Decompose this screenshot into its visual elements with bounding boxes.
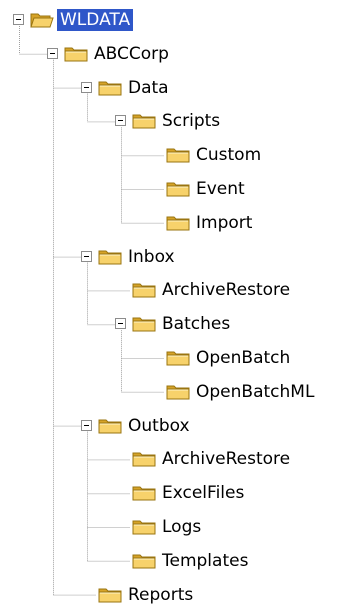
tree-node-label[interactable]: Import <box>193 212 255 234</box>
folder-icon <box>132 450 156 468</box>
collapse-toggle-icon[interactable] <box>81 250 92 262</box>
folder-icon <box>98 417 122 435</box>
folder-icon <box>166 383 190 401</box>
tree-node-openbatchml[interactable]: OpenBatchML <box>0 378 363 406</box>
tree-node-label[interactable]: ArchiveRestore <box>159 279 293 301</box>
tree-node-label[interactable]: Inbox <box>125 246 178 268</box>
tree-node-outbox[interactable]: Outbox <box>0 412 363 440</box>
tree-node-excelfiles[interactable]: ExcelFiles <box>0 479 363 507</box>
tree-node-label[interactable]: Data <box>125 77 172 99</box>
tree-node-label[interactable]: Reports <box>125 584 196 606</box>
collapse-toggle-icon[interactable] <box>81 81 92 93</box>
collapse-toggle-icon[interactable] <box>47 47 58 59</box>
tree-node-openbatch[interactable]: OpenBatch <box>0 344 363 372</box>
tree-node-label[interactable]: ArchiveRestore <box>159 448 293 470</box>
tree-node-label[interactable]: Logs <box>159 516 204 538</box>
tree-node-label[interactable]: WLDATA <box>57 9 134 31</box>
tree-node-scripts[interactable]: Scripts <box>0 107 363 135</box>
folder-icon <box>64 45 88 63</box>
tree-node-label[interactable]: Outbox <box>125 415 193 437</box>
tree-node-label[interactable]: OpenBatch <box>193 347 293 369</box>
collapse-toggle-icon[interactable] <box>115 115 126 127</box>
folder-icon <box>98 586 122 604</box>
folder-icon <box>132 281 156 299</box>
folder-icon <box>132 518 156 536</box>
collapse-toggle-icon[interactable] <box>115 318 126 330</box>
tree-node-event[interactable]: Event <box>0 175 363 203</box>
folder-icon <box>98 79 122 97</box>
folder-icon <box>132 315 156 333</box>
folder-icon <box>166 214 190 232</box>
collapse-toggle-icon[interactable] <box>81 419 92 431</box>
folder-icon <box>166 146 190 164</box>
folder-icon <box>166 180 190 198</box>
tree-node-label[interactable]: OpenBatchML <box>193 381 317 403</box>
tree-node-label[interactable]: Templates <box>159 550 251 572</box>
tree-node-inbox[interactable]: Inbox <box>0 243 363 271</box>
tree-node-archiverestore[interactable]: ArchiveRestore <box>0 276 363 304</box>
tree-node-abccorp[interactable]: ABCCorp <box>0 40 363 68</box>
tree-node-wldata[interactable]: WLDATA <box>0 6 363 34</box>
open-folder-icon <box>30 11 54 29</box>
tree-node-templates[interactable]: Templates <box>0 547 363 575</box>
tree-node-data[interactable]: Data <box>0 74 363 102</box>
tree-node-label[interactable]: ABCCorp <box>91 43 172 65</box>
folder-icon <box>132 552 156 570</box>
tree-node-label[interactable]: ExcelFiles <box>159 482 247 504</box>
tree-node-batches[interactable]: Batches <box>0 310 363 338</box>
collapse-toggle-icon[interactable] <box>13 14 24 25</box>
folder-icon <box>98 248 122 266</box>
tree-node-import[interactable]: Import <box>0 209 363 237</box>
folder-icon <box>166 349 190 367</box>
tree-node-label[interactable]: Scripts <box>159 110 223 132</box>
tree-node-label[interactable]: Custom <box>193 144 264 166</box>
folder-tree: WLDATA ABCCorp Data Scripts Custom Event Impor… <box>0 0 363 613</box>
tree-node-reports[interactable]: Reports <box>0 581 363 609</box>
tree-node-custom[interactable]: Custom <box>0 141 363 169</box>
tree-node-logs[interactable]: Logs <box>0 513 363 541</box>
tree-node-label[interactable]: Event <box>193 178 248 200</box>
folder-icon <box>132 484 156 502</box>
folder-icon <box>132 112 156 130</box>
tree-node-archiverestore[interactable]: ArchiveRestore <box>0 445 363 473</box>
tree-node-label[interactable]: Batches <box>159 313 233 335</box>
